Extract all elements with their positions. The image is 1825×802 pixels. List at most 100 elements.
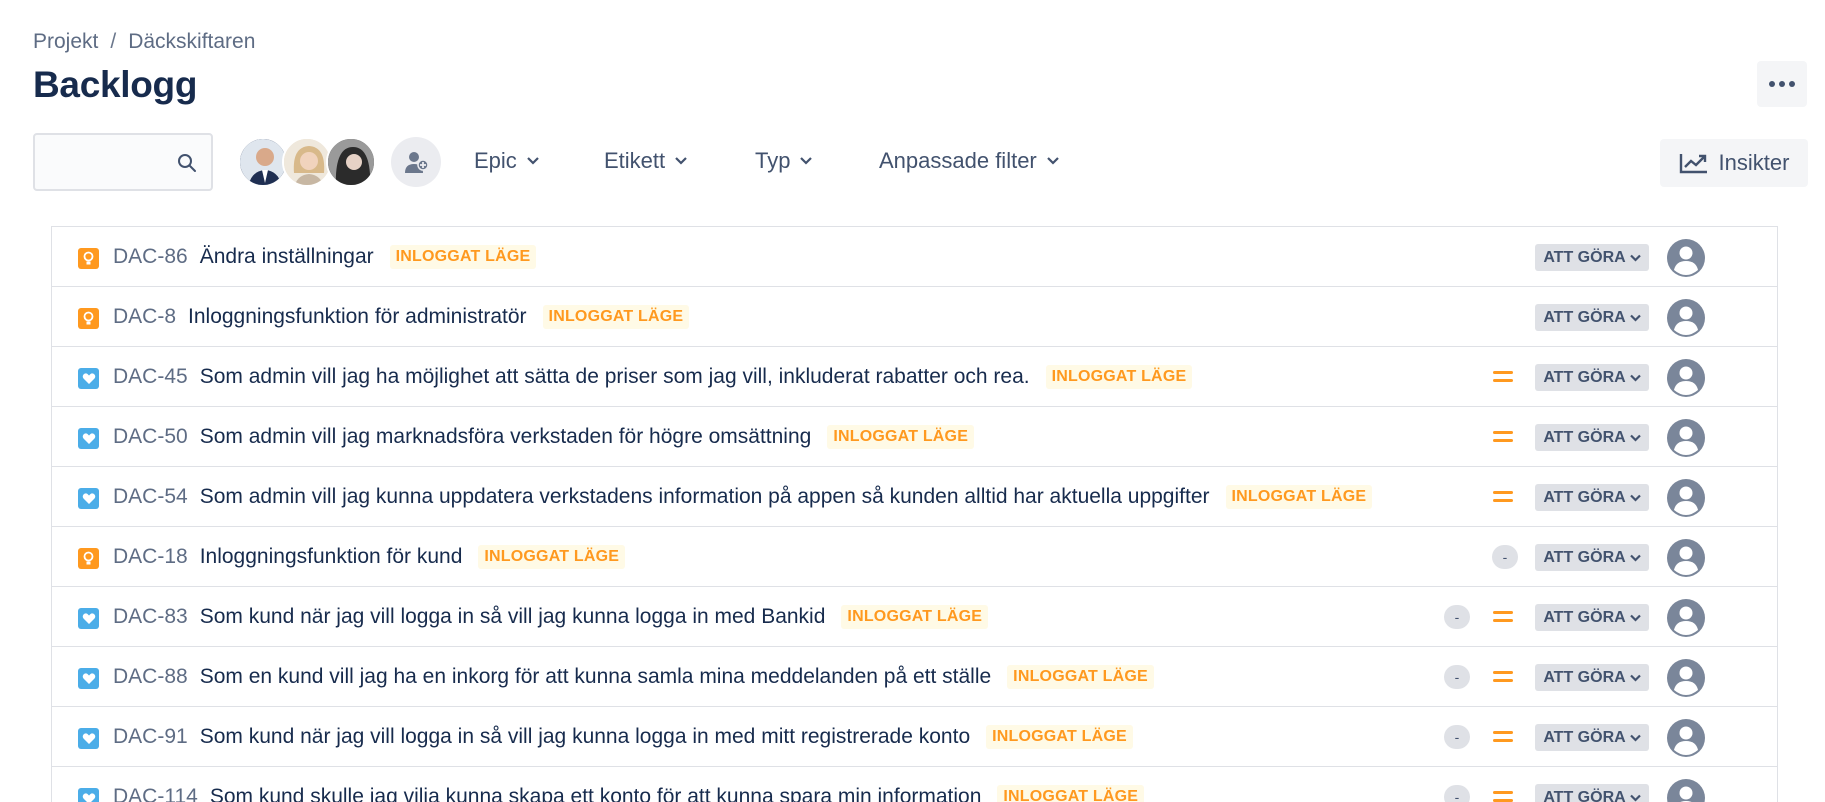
status-dropdown[interactable]: ATT GÖRA	[1535, 484, 1649, 511]
estimate-badge[interactable]: -	[1444, 605, 1470, 629]
backlog-issue-row[interactable]: DAC-83 Som kund när jag vill logga in så …	[52, 587, 1777, 647]
backlog-issue-row[interactable]: DAC-18 Inloggningsfunktion för kund INLOGG…	[52, 527, 1777, 587]
status-dropdown[interactable]: ATT GÖRA	[1535, 544, 1649, 571]
unassigned-avatar-icon[interactable]	[1667, 659, 1705, 697]
story-icon	[78, 728, 99, 749]
issue-label-badge[interactable]: INLOGGAT LÄGE	[1045, 365, 1193, 389]
status-dropdown[interactable]: ATT GÖRA	[1535, 244, 1649, 271]
custom-filter-dropdown[interactable]: Anpassade filter	[879, 148, 1059, 174]
backlog-issue-row[interactable]: DAC-54 Som admin vill jag kunna uppdatera…	[52, 467, 1777, 527]
status-label: ATT GÖRA	[1543, 488, 1626, 506]
unassigned-avatar-icon[interactable]	[1667, 539, 1705, 577]
status-label: ATT GÖRA	[1543, 548, 1626, 566]
epic-icon	[78, 248, 99, 269]
issue-content: DAC-54 Som admin vill jag kunna uppdatera…	[113, 467, 1373, 527]
unassigned-avatar-icon[interactable]	[1667, 719, 1705, 757]
issue-key-link[interactable]: DAC-45	[113, 365, 188, 389]
chevron-down-icon	[675, 157, 687, 165]
status-label: ATT GÖRA	[1543, 248, 1626, 266]
issue-summary: Som en kund vill jag ha en inkorg för at…	[199, 665, 992, 688]
avatar[interactable]	[282, 137, 332, 187]
breadcrumb-project-link[interactable]: Projekt	[33, 30, 98, 54]
issue-label-badge[interactable]: INLOGGAT LÄGE	[997, 785, 1145, 802]
unassigned-avatar-icon[interactable]	[1667, 299, 1705, 337]
breadcrumb-current-project-link[interactable]: Däckskiftaren	[128, 30, 255, 54]
backlog-issue-row[interactable]: DAC-86 Ändra inställningar INLOGGAT LÄGE AT…	[52, 227, 1777, 287]
status-dropdown[interactable]: ATT GÖRA	[1535, 364, 1649, 391]
insights-button[interactable]: Insikter	[1660, 139, 1808, 187]
more-actions-button[interactable]	[1757, 61, 1807, 107]
label-filter-dropdown[interactable]: Etikett	[604, 148, 687, 174]
issue-key-link[interactable]: DAC-54	[113, 485, 188, 509]
issue-content: DAC-50 Som admin vill jag marknadsföra ve…	[113, 407, 975, 467]
search-box	[33, 133, 213, 191]
priority-medium-icon	[1492, 489, 1514, 505]
issue-key-link[interactable]: DAC-18	[113, 545, 188, 569]
status-dropdown[interactable]: ATT GÖRA	[1535, 784, 1649, 802]
issue-label-badge[interactable]: INLOGGAT LÄGE	[986, 725, 1133, 749]
status-dropdown[interactable]: ATT GÖRA	[1535, 424, 1649, 451]
unassigned-avatar-icon[interactable]	[1667, 359, 1705, 397]
page-title: Backlogg	[33, 64, 198, 105]
issue-key-link[interactable]: DAC-83	[113, 605, 188, 629]
issue-summary: Inloggningsfunktion för administratör	[188, 305, 527, 328]
more-dot-icon	[1769, 81, 1775, 87]
unassigned-avatar-icon[interactable]	[1667, 599, 1705, 637]
issue-content: DAC-8 Inloggningsfunktion för administrat…	[113, 287, 690, 347]
chevron-down-icon	[1629, 494, 1641, 502]
backlog-issue-row[interactable]: DAC-8 Inloggningsfunktion för administrat…	[52, 287, 1777, 347]
status-label: ATT GÖRA	[1543, 308, 1626, 326]
issue-label-badge[interactable]: INLOGGAT LÄGE	[841, 605, 989, 629]
backlog-issue-row[interactable]: DAC-88 Som en kund vill jag ha en inkorg …	[52, 647, 1777, 707]
backlog-issue-row[interactable]: DAC-45 Som admin vill jag ha möjlighet at…	[52, 347, 1777, 407]
epic-icon	[78, 308, 99, 329]
estimate-badge[interactable]: -	[1444, 665, 1470, 689]
type-filter-dropdown[interactable]: Typ	[755, 148, 813, 174]
breadcrumb: Projekt / Däckskiftaren	[33, 30, 255, 54]
backlog-issue-row[interactable]: DAC-91 Som kund när jag vill logga in så …	[52, 707, 1777, 767]
issue-key-link[interactable]: DAC-86	[113, 245, 188, 269]
issue-summary: Inloggningsfunktion för kund	[199, 545, 463, 568]
chevron-down-icon	[800, 157, 813, 165]
add-people-button[interactable]	[391, 137, 441, 187]
issue-key-link[interactable]: DAC-91	[113, 725, 188, 749]
issue-label-badge[interactable]: INLOGGAT LÄGE	[1007, 665, 1154, 689]
estimate-badge[interactable]: -	[1444, 725, 1470, 749]
issue-label-badge[interactable]: INLOGGAT LÄGE	[827, 425, 975, 449]
label-filter-label: Etikett	[604, 148, 666, 173]
unassigned-avatar-icon[interactable]	[1667, 779, 1705, 802]
issue-key-link[interactable]: DAC-88	[113, 665, 188, 689]
backlog-issue-row[interactable]: DAC-114 Som kund skulle jag vilja kunna s…	[52, 767, 1777, 802]
backlog-issue-row[interactable]: DAC-50 Som admin vill jag marknadsföra ve…	[52, 407, 1777, 467]
chevron-down-icon	[1629, 554, 1641, 562]
priority-medium-icon	[1492, 369, 1514, 385]
issue-key-link[interactable]: DAC-50	[113, 425, 188, 449]
status-label: ATT GÖRA	[1543, 728, 1626, 746]
status-dropdown[interactable]: ATT GÖRA	[1535, 664, 1649, 691]
unassigned-avatar-icon[interactable]	[1667, 479, 1705, 517]
estimate-badge[interactable]: -	[1492, 545, 1518, 569]
backlog-issue-list: DAC-86 Ändra inställningar INLOGGAT LÄGE AT…	[51, 226, 1778, 802]
issue-key-link[interactable]: DAC-114	[113, 785, 198, 802]
search-icon[interactable]	[177, 153, 197, 173]
issue-label-badge[interactable]: INLOGGAT LÄGE	[542, 305, 690, 329]
unassigned-avatar-icon[interactable]	[1667, 239, 1705, 277]
avatar[interactable]	[326, 137, 376, 187]
avatar[interactable]	[238, 137, 288, 187]
chevron-down-icon	[1629, 314, 1641, 322]
estimate-badge[interactable]: -	[1444, 785, 1470, 802]
trend-chart-icon	[1679, 154, 1707, 174]
issue-label-badge[interactable]: INLOGGAT LÄGE	[389, 245, 537, 269]
status-dropdown[interactable]: ATT GÖRA	[1535, 724, 1649, 751]
unassigned-avatar-icon[interactable]	[1667, 419, 1705, 457]
status-label: ATT GÖRA	[1543, 668, 1626, 686]
search-input[interactable]	[43, 145, 168, 179]
issue-key-link[interactable]: DAC-8	[113, 305, 176, 329]
status-dropdown[interactable]: ATT GÖRA	[1535, 304, 1649, 331]
issue-label-badge[interactable]: INLOGGAT LÄGE	[1225, 485, 1373, 509]
issue-summary: Som admin vill jag kunna uppdatera verks…	[199, 485, 1210, 508]
issue-label-badge[interactable]: INLOGGAT LÄGE	[478, 545, 626, 569]
status-label: ATT GÖRA	[1543, 428, 1626, 446]
status-dropdown[interactable]: ATT GÖRA	[1535, 604, 1649, 631]
epic-filter-dropdown[interactable]: Epic	[474, 148, 539, 174]
